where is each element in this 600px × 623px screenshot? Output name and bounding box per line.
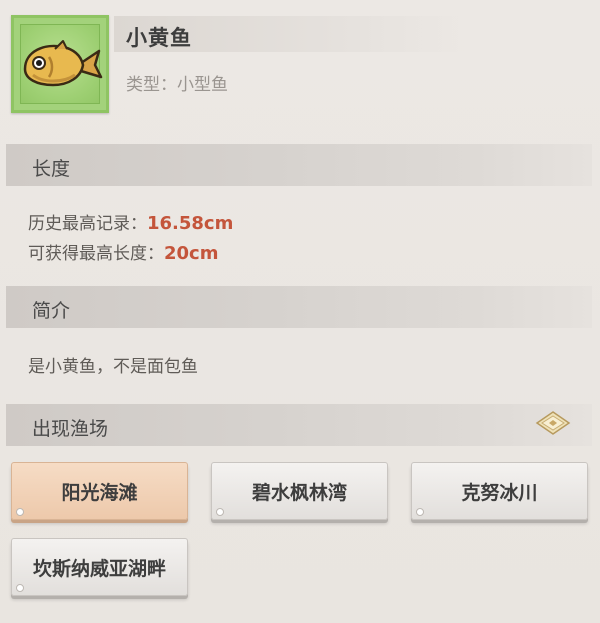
corner-dot bbox=[216, 508, 224, 516]
record-value: 16.58cm bbox=[147, 213, 234, 234]
diamond-expand-icon[interactable] bbox=[533, 408, 573, 438]
location-label: 坎斯纳威亚湖畔 bbox=[32, 557, 166, 580]
location-label: 克努冰川 bbox=[461, 481, 538, 504]
corner-dot bbox=[416, 508, 424, 516]
location-button-lakeside[interactable]: 坎斯纳威亚湖畔 bbox=[11, 538, 188, 596]
fish-detail-panel: 小黄鱼 类型：小型鱼 长度 历史最高记录：16.58cm 可获得最高长度：20c… bbox=[0, 0, 600, 623]
location-label: 阳光海滩 bbox=[61, 481, 138, 504]
locations-section-title: 出现渔场 bbox=[32, 418, 109, 440]
corner-dot bbox=[16, 508, 24, 516]
location-label: 碧水枫林湾 bbox=[251, 481, 347, 504]
max-length-value: 20cm bbox=[164, 243, 219, 264]
fish-icon-frame bbox=[11, 15, 109, 113]
location-button-sunny-beach[interactable]: 阳光海滩 bbox=[11, 462, 188, 520]
intro-text: 是小黄鱼，不是面包鱼 bbox=[28, 357, 198, 377]
length-section-title: 长度 bbox=[32, 158, 71, 180]
max-length-label: 可获得最高长度： bbox=[28, 244, 164, 264]
yellow-fish-icon bbox=[23, 40, 103, 87]
location-button-maple-bay[interactable]: 碧水枫林湾 bbox=[211, 462, 388, 520]
intro-section-header bbox=[6, 286, 592, 328]
location-button-knu-glacier[interactable]: 克努冰川 bbox=[411, 462, 588, 520]
record-row: 历史最高记录：16.58cm bbox=[28, 209, 233, 234]
length-section-header bbox=[6, 144, 592, 186]
corner-dot bbox=[16, 584, 24, 592]
record-label: 历史最高记录： bbox=[28, 214, 147, 234]
item-name: 小黄鱼 bbox=[126, 26, 192, 50]
max-length-row: 可获得最高长度：20cm bbox=[28, 239, 218, 264]
intro-section-title: 简介 bbox=[32, 300, 71, 322]
item-type: 类型：小型鱼 bbox=[126, 75, 228, 95]
